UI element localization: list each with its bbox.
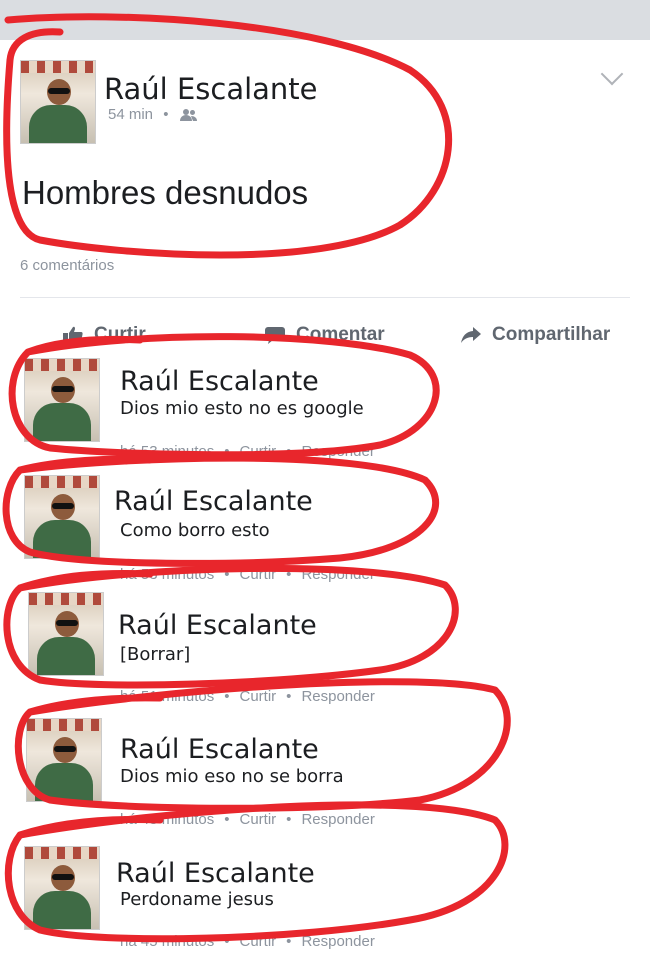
comment-reply-link[interactable]: Responder [301, 933, 374, 950]
avatar-awning [27, 719, 101, 731]
avatar-shirt [33, 520, 91, 558]
comment-reply-link[interactable]: Responder [301, 443, 374, 460]
comment-like-link[interactable]: Curtir [240, 443, 277, 460]
separator-dot: • [286, 933, 292, 950]
comment-button[interactable]: Comentar [264, 322, 385, 348]
comment-avatar[interactable] [26, 718, 102, 802]
separator-dot: • [286, 566, 292, 583]
friends-icon [179, 109, 197, 122]
avatar-awning [25, 476, 99, 488]
comment-time[interactable]: há 53 minutos [120, 443, 214, 460]
separator-dot: • [224, 811, 230, 828]
post-text: Hombres desnudos [22, 174, 309, 211]
comment-text: Dios mio eso no se borra [120, 766, 344, 787]
avatar-sunglasses [56, 620, 78, 626]
avatar-shirt [37, 637, 95, 675]
comment-like-link[interactable]: Curtir [240, 688, 277, 705]
comment-time[interactable]: há 45 minutos [120, 933, 214, 950]
comment-like-link[interactable]: Curtir [240, 566, 277, 583]
comment-meta: há 48 minutos • Curtir • Responder [120, 811, 375, 828]
comment-reply-link[interactable]: Responder [301, 811, 374, 828]
comment-text: Perdoname jesus [120, 889, 274, 910]
post-author-avatar[interactable] [20, 60, 96, 144]
comment-author[interactable]: Raúl Escalante [120, 366, 319, 397]
comment-author[interactable]: Raúl Escalante [118, 610, 317, 641]
comment-author[interactable]: Raúl Escalante [116, 858, 315, 889]
comment-author[interactable]: Raúl Escalante [120, 734, 319, 765]
comment-like-link[interactable]: Curtir [240, 811, 277, 828]
comment-author[interactable]: Raúl Escalante [114, 486, 313, 517]
comment-meta: há 53 minutos • Curtir • Responder [120, 566, 375, 583]
separator-dot: • [286, 811, 292, 828]
comment-reply-link[interactable]: Responder [301, 566, 374, 583]
divider [20, 297, 630, 298]
share-arrow-icon [461, 327, 481, 343]
separator-dot: • [286, 688, 292, 705]
avatar-sunglasses [48, 88, 70, 94]
comment-avatar[interactable] [24, 475, 100, 559]
avatar-shirt [33, 403, 91, 441]
avatar-awning [21, 61, 95, 73]
comment-avatar[interactable] [24, 358, 100, 442]
comment-meta: há 53 minutos • Curtir • Responder [120, 443, 375, 460]
avatar-awning [25, 359, 99, 371]
comment-text: Dios mio esto no es google [120, 398, 364, 419]
comment-time[interactable]: há 53 minutos [120, 566, 214, 583]
avatar-shirt [29, 105, 87, 143]
like-button[interactable]: Curtir [62, 322, 146, 348]
share-button[interactable]: Compartilhar [460, 322, 610, 348]
comment-text: [Borrar] [120, 644, 191, 665]
avatar-sunglasses [52, 874, 74, 880]
avatar-sunglasses [52, 386, 74, 392]
comment-meta: há 51 minutos • Curtir • Responder [120, 688, 375, 705]
like-label: Curtir [94, 324, 146, 345]
avatar-awning [29, 593, 103, 605]
separator-dot: • [224, 933, 230, 950]
separator-dot: • [224, 688, 230, 705]
comment-avatar[interactable] [28, 592, 104, 676]
avatar-shirt [33, 891, 91, 929]
post-author-name[interactable]: Raúl Escalante [104, 72, 318, 106]
avatar-sunglasses [54, 746, 76, 752]
separator-dot: • [224, 566, 230, 583]
screenshot: Raúl Escalante 54 min • Hombres desnudos… [0, 0, 650, 960]
comment-time[interactable]: há 51 minutos [120, 688, 214, 705]
separator-dot: • [224, 443, 230, 460]
post-meta: 54 min • [108, 106, 199, 123]
comment-like-link[interactable]: Curtir [240, 933, 277, 950]
post-time[interactable]: 54 min [108, 106, 153, 123]
thumbs-up-icon [63, 326, 83, 344]
comment-bubble-icon [265, 327, 285, 344]
comment-text: Como borro esto [120, 520, 270, 541]
comments-count[interactable]: 6 comentários [20, 257, 114, 274]
separator-dot: • [286, 443, 292, 460]
comment-label: Comentar [296, 324, 385, 345]
separator-dot: • [163, 106, 169, 123]
avatar-sunglasses [52, 503, 74, 509]
top-bar [0, 0, 650, 40]
comment-time[interactable]: há 48 minutos [120, 811, 214, 828]
share-label: Compartilhar [492, 324, 611, 345]
comment-reply-link[interactable]: Responder [301, 688, 374, 705]
avatar-awning [25, 847, 99, 859]
comment-meta: há 45 minutos • Curtir • Responder [120, 933, 375, 950]
avatar-shirt [35, 763, 93, 801]
comment-avatar[interactable] [24, 846, 100, 930]
